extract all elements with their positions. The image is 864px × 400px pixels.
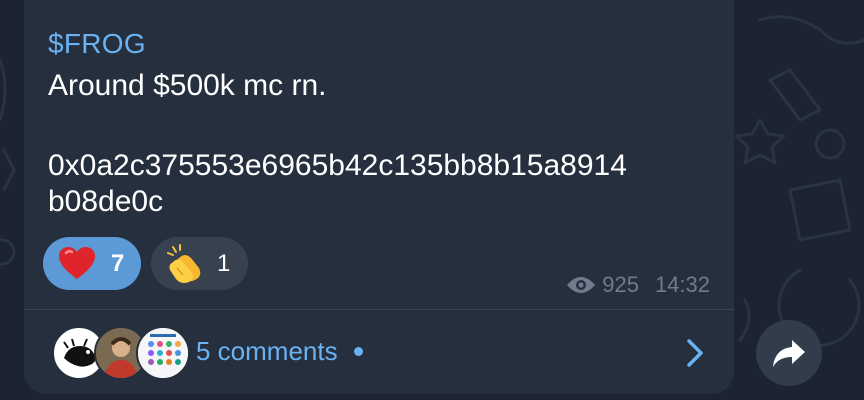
view-count: 925 [602,272,639,297]
contract-address-line[interactable]: 0x0a2c375553e6965b42c135bb8b15a8914 [48,148,627,184]
message-line: Around $500k mc rn. [48,69,327,102]
heart-icon [59,246,95,279]
unread-dot [353,347,363,356]
reaction-heart-button[interactable]: 7 [43,237,141,290]
avatar [136,326,190,380]
chevron-right-icon[interactable] [684,337,706,369]
reaction-count: 1 [217,249,231,277]
eye-icon [567,277,596,293]
contract-address-line[interactable]: b08de0c [48,184,163,220]
divider [24,309,734,310]
comments-link[interactable]: 5 comments [196,336,363,367]
share-arrow-icon [773,340,805,367]
reaction-clap-button[interactable]: 1 [151,237,248,290]
clapping-hands-icon [167,243,201,283]
reaction-count: 7 [111,249,125,277]
forward-button[interactable] [756,320,822,386]
message-meta: 925 14:32 [566,272,710,298]
comments-label: 5 comments [196,336,338,366]
message-tag: $FROG [48,28,146,59]
commenter-avatars[interactable] [52,326,190,380]
message-time: 14:32 [654,272,710,297]
